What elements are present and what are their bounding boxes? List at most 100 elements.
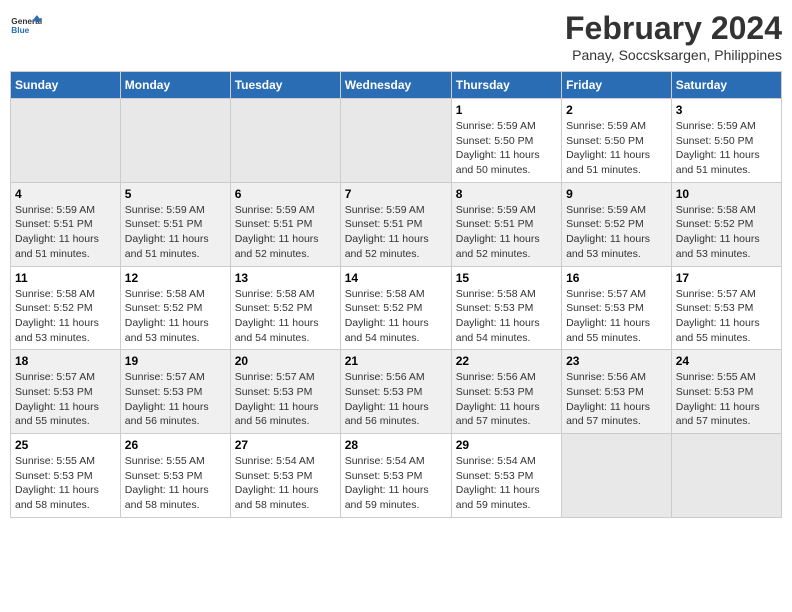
day-info: Sunrise: 5:56 AMSunset: 5:53 PMDaylight:… xyxy=(456,370,557,429)
calendar-cell xyxy=(11,99,121,183)
day-info: Sunrise: 5:57 AMSunset: 5:53 PMDaylight:… xyxy=(15,370,116,429)
calendar-cell: 18 Sunrise: 5:57 AMSunset: 5:53 PMDayligh… xyxy=(11,350,121,434)
calendar-cell: 12 Sunrise: 5:58 AMSunset: 5:52 PMDayligh… xyxy=(120,266,230,350)
day-info: Sunrise: 5:57 AMSunset: 5:53 PMDaylight:… xyxy=(566,287,667,346)
calendar-cell: 13 Sunrise: 5:58 AMSunset: 5:52 PMDayligh… xyxy=(230,266,340,350)
day-number: 7 xyxy=(345,187,447,201)
day-info: Sunrise: 5:56 AMSunset: 5:53 PMDaylight:… xyxy=(345,370,447,429)
day-number: 14 xyxy=(345,271,447,285)
calendar-cell: 15Sunrise: 5:58 AMSunset: 5:53 PMDayligh… xyxy=(451,266,561,350)
day-number: 18 xyxy=(15,354,116,368)
day-number: 20 xyxy=(235,354,336,368)
day-number: 21 xyxy=(345,354,447,368)
calendar-cell: 16 Sunrise: 5:57 AMSunset: 5:53 PMDayligh… xyxy=(562,266,672,350)
calendar-cell: 5Sunrise: 5:59 AMSunset: 5:51 PMDaylight… xyxy=(120,182,230,266)
calendar-cell: 21 Sunrise: 5:56 AMSunset: 5:53 PMDayligh… xyxy=(340,350,451,434)
day-info: Sunrise: 5:59 AMSunset: 5:50 PMDaylight:… xyxy=(676,119,777,178)
day-info: Sunrise: 5:59 AMSunset: 5:51 PMDaylight:… xyxy=(235,203,336,262)
logo-icon: General Blue xyxy=(10,10,42,42)
calendar-cell: 10Sunrise: 5:58 AMSunset: 5:52 PMDayligh… xyxy=(671,182,781,266)
main-title: February 2024 xyxy=(565,10,782,47)
day-info: Sunrise: 5:55 AMSunset: 5:53 PMDaylight:… xyxy=(125,454,226,513)
calendar-cell: 23Sunrise: 5:56 AMSunset: 5:53 PMDayligh… xyxy=(562,350,672,434)
day-info: Sunrise: 5:59 AMSunset: 5:50 PMDaylight:… xyxy=(456,119,557,178)
page-header: General Blue February 2024 Panay, Soccsk… xyxy=(10,10,782,63)
header-monday: Monday xyxy=(120,72,230,99)
day-number: 22 xyxy=(456,354,557,368)
calendar-cell: 28 Sunrise: 5:54 AMSunset: 5:53 PMDayligh… xyxy=(340,434,451,518)
day-info: Sunrise: 5:57 AMSunset: 5:53 PMDaylight:… xyxy=(125,370,226,429)
calendar-cell: 14 Sunrise: 5:58 AMSunset: 5:52 PMDayligh… xyxy=(340,266,451,350)
day-number: 3 xyxy=(676,103,777,117)
day-number: 12 xyxy=(125,271,226,285)
calendar-week-1: 1 Sunrise: 5:59 AMSunset: 5:50 PMDaylight… xyxy=(11,99,782,183)
calendar-cell: 4Sunrise: 5:59 AMSunset: 5:51 PMDaylight… xyxy=(11,182,121,266)
calendar-cell xyxy=(340,99,451,183)
day-info: Sunrise: 5:54 AMSunset: 5:53 PMDaylight:… xyxy=(235,454,336,513)
day-info: Sunrise: 5:59 AMSunset: 5:51 PMDaylight:… xyxy=(15,203,116,262)
day-info: Sunrise: 5:57 AMSunset: 5:53 PMDaylight:… xyxy=(676,287,777,346)
calendar-cell: 17 Sunrise: 5:57 AMSunset: 5:53 PMDayligh… xyxy=(671,266,781,350)
day-number: 11 xyxy=(15,271,116,285)
day-number: 26 xyxy=(125,438,226,452)
header-saturday: Saturday xyxy=(671,72,781,99)
header-thursday: Thursday xyxy=(451,72,561,99)
calendar-cell: 20 Sunrise: 5:57 AMSunset: 5:53 PMDayligh… xyxy=(230,350,340,434)
day-info: Sunrise: 5:57 AMSunset: 5:53 PMDaylight:… xyxy=(235,370,336,429)
day-info: Sunrise: 5:58 AMSunset: 5:52 PMDaylight:… xyxy=(676,203,777,262)
day-number: 25 xyxy=(15,438,116,452)
day-number: 13 xyxy=(235,271,336,285)
svg-text:Blue: Blue xyxy=(11,25,29,35)
header-tuesday: Tuesday xyxy=(230,72,340,99)
calendar-cell: 9 Sunrise: 5:59 AMSunset: 5:52 PMDaylight… xyxy=(562,182,672,266)
header-friday: Friday xyxy=(562,72,672,99)
calendar-cell: 25Sunrise: 5:55 AMSunset: 5:53 PMDayligh… xyxy=(11,434,121,518)
day-number: 27 xyxy=(235,438,336,452)
day-number: 8 xyxy=(456,187,557,201)
day-info: Sunrise: 5:59 AMSunset: 5:51 PMDaylight:… xyxy=(456,203,557,262)
day-number: 23 xyxy=(566,354,667,368)
day-number: 17 xyxy=(676,271,777,285)
day-number: 6 xyxy=(235,187,336,201)
day-info: Sunrise: 5:59 AMSunset: 5:50 PMDaylight:… xyxy=(566,119,667,178)
calendar-cell xyxy=(230,99,340,183)
calendar-cell: 26 Sunrise: 5:55 AMSunset: 5:53 PMDayligh… xyxy=(120,434,230,518)
day-info: Sunrise: 5:59 AMSunset: 5:52 PMDaylight:… xyxy=(566,203,667,262)
day-number: 9 xyxy=(566,187,667,201)
subtitle: Panay, Soccsksargen, Philippines xyxy=(565,47,782,63)
calendar-cell: 1 Sunrise: 5:59 AMSunset: 5:50 PMDaylight… xyxy=(451,99,561,183)
calendar-cell: 3 Sunrise: 5:59 AMSunset: 5:50 PMDaylight… xyxy=(671,99,781,183)
day-number: 16 xyxy=(566,271,667,285)
day-info: Sunrise: 5:58 AMSunset: 5:53 PMDaylight:… xyxy=(456,287,557,346)
day-number: 1 xyxy=(456,103,557,117)
day-number: 5 xyxy=(125,187,226,201)
day-info: Sunrise: 5:55 AMSunset: 5:53 PMDaylight:… xyxy=(676,370,777,429)
calendar-cell: 29 Sunrise: 5:54 AMSunset: 5:53 PMDayligh… xyxy=(451,434,561,518)
calendar-cell: 11 Sunrise: 5:58 AMSunset: 5:52 PMDayligh… xyxy=(11,266,121,350)
calendar-week-5: 25 Sunrise: 5:55 AMSunset: 5:53 PMDayligh… xyxy=(11,434,782,518)
calendar-cell xyxy=(671,434,781,518)
calendar-cell xyxy=(562,434,672,518)
day-info: Sunrise: 5:58 AMSunset: 5:52 PMDaylight:… xyxy=(125,287,226,346)
calendar-cell: 24Sunrise: 5:55 AMSunset: 5:53 PMDayligh… xyxy=(671,350,781,434)
day-number: 29 xyxy=(456,438,557,452)
day-info: Sunrise: 5:58 AMSunset: 5:52 PMDaylight:… xyxy=(235,287,336,346)
title-block: February 2024 Panay, Soccsksargen, Phili… xyxy=(565,10,782,63)
calendar-table: SundayMondayTuesdayWednesdayThursdayFrid… xyxy=(10,71,782,518)
day-info: Sunrise: 5:54 AMSunset: 5:53 PMDaylight:… xyxy=(456,454,557,513)
calendar-week-3: 11 Sunrise: 5:58 AMSunset: 5:52 PMDayligh… xyxy=(11,266,782,350)
logo: General Blue xyxy=(10,10,42,42)
day-info: Sunrise: 5:58 AMSunset: 5:52 PMDaylight:… xyxy=(15,287,116,346)
calendar-cell: 22 Sunrise: 5:56 AMSunset: 5:53 PMDayligh… xyxy=(451,350,561,434)
day-info: Sunrise: 5:54 AMSunset: 5:53 PMDaylight:… xyxy=(345,454,447,513)
day-number: 28 xyxy=(345,438,447,452)
header-sunday: Sunday xyxy=(11,72,121,99)
calendar-cell: 27 Sunrise: 5:54 AMSunset: 5:53 PMDayligh… xyxy=(230,434,340,518)
calendar-week-4: 18 Sunrise: 5:57 AMSunset: 5:53 PMDayligh… xyxy=(11,350,782,434)
calendar-cell: 2 Sunrise: 5:59 AMSunset: 5:50 PMDaylight… xyxy=(562,99,672,183)
calendar-cell: 19Sunrise: 5:57 AMSunset: 5:53 PMDayligh… xyxy=(120,350,230,434)
calendar-cell xyxy=(120,99,230,183)
day-number: 2 xyxy=(566,103,667,117)
calendar-cell: 8 Sunrise: 5:59 AMSunset: 5:51 PMDaylight… xyxy=(451,182,561,266)
day-info: Sunrise: 5:58 AMSunset: 5:52 PMDaylight:… xyxy=(345,287,447,346)
